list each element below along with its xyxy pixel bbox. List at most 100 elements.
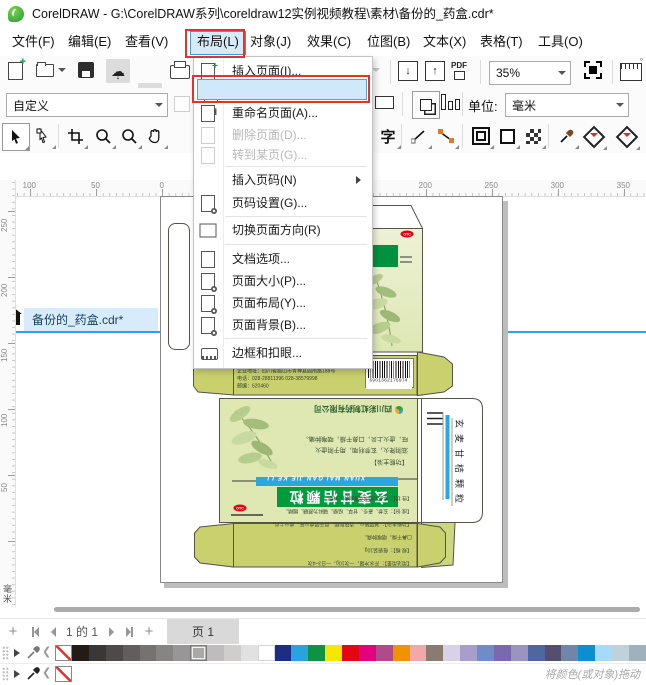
menu-layout[interactable]: 布局(L) — [190, 31, 246, 55]
hidden-flyout-caret[interactable] — [372, 64, 380, 76]
menu-text[interactable]: 文本(X) — [417, 31, 472, 53]
new-document-button[interactable] — [8, 56, 26, 80]
zoom-level-combo[interactable]: 35% — [489, 61, 571, 85]
page-preset-combo[interactable]: 自定义 — [6, 93, 168, 117]
drop-shadow-tool[interactable] — [494, 123, 520, 149]
color-swatch[interactable] — [122, 644, 140, 661]
palette-flyout-icon[interactable] — [14, 648, 24, 657]
color-swatch[interactable] — [426, 644, 444, 661]
transparency-tool[interactable] — [520, 123, 546, 149]
color-swatch[interactable] — [156, 644, 174, 661]
zoom-tool-alt[interactable] — [116, 123, 142, 149]
next-page-button[interactable] — [104, 619, 118, 644]
color-swatch[interactable] — [207, 644, 224, 661]
menu-tools[interactable]: 工具(O) — [532, 31, 589, 53]
shape-tool[interactable] — [30, 123, 56, 149]
color-swatch[interactable] — [55, 644, 73, 661]
palette-grip-handle[interactable] — [2, 645, 9, 660]
color-swatch[interactable] — [358, 644, 376, 661]
menu-item-switch-orientation[interactable]: 切换页面方向(R) — [194, 220, 372, 240]
horizontal-scrollbar[interactable] — [54, 607, 640, 612]
doc-palette-flyout-icon[interactable] — [14, 669, 24, 678]
menu-view[interactable]: 查看(V) — [119, 31, 174, 53]
menu-item-border-grommet[interactable]: 边框和扣眼... — [194, 343, 372, 363]
open-document-button[interactable] — [36, 60, 54, 77]
color-swatch[interactable] — [72, 644, 89, 661]
show-rulers-button[interactable] — [620, 54, 643, 81]
doc-palette-eyedropper-icon[interactable] — [27, 667, 40, 680]
first-page-button[interactable] — [26, 619, 44, 644]
bezier-tool[interactable] — [433, 123, 459, 149]
color-swatch[interactable] — [510, 644, 528, 661]
color-swatch[interactable] — [460, 644, 478, 661]
crop-tool[interactable] — [62, 123, 88, 149]
zoom-tool[interactable] — [90, 123, 116, 149]
eyedropper-tool[interactable] — [553, 123, 579, 149]
print-button[interactable] — [170, 60, 190, 79]
color-swatch[interactable] — [375, 644, 393, 661]
color-swatch[interactable] — [342, 644, 359, 661]
fill-tool[interactable] — [614, 124, 640, 150]
doc-palette-scroll-left-icon[interactable]: ❮ — [42, 666, 51, 679]
document-tab-active[interactable]: 备份的_药盒.cdr* — [24, 308, 158, 331]
menu-item-page-number-settings[interactable]: 页码设置(G)... — [194, 193, 372, 214]
color-swatch[interactable] — [139, 644, 157, 661]
color-swatch[interactable] — [628, 644, 646, 661]
text-tool[interactable]: 字 — [375, 123, 401, 149]
color-swatch[interactable] — [105, 644, 123, 661]
color-swatch[interactable] — [173, 644, 191, 661]
vertical-ruler[interactable]: 250 200 150 100 50 — [0, 180, 16, 607]
color-swatch[interactable] — [190, 644, 208, 661]
color-swatch[interactable] — [240, 644, 258, 661]
color-swatch[interactable] — [544, 644, 562, 661]
contour-tool[interactable] — [468, 123, 494, 149]
color-swatch[interactable] — [409, 644, 427, 661]
add-page-button-left[interactable]: + — [4, 619, 22, 644]
publish-pdf-button[interactable]: PDF — [451, 62, 467, 80]
color-swatch[interactable] — [308, 644, 326, 661]
menu-item-page-background[interactable]: 页面背景(B)... — [194, 315, 372, 336]
pick-tool[interactable] — [2, 123, 30, 151]
color-swatch[interactable] — [477, 644, 494, 661]
menu-item-page-layout[interactable]: 页面布局(Y)... — [194, 293, 372, 314]
units-combo[interactable]: 毫米 — [505, 93, 629, 117]
color-swatch[interactable] — [527, 644, 545, 661]
fullscreen-preview-button[interactable] — [584, 61, 602, 79]
palette-eyedropper-icon[interactable] — [27, 646, 40, 659]
page-bars-icon[interactable] — [441, 94, 460, 110]
color-swatch[interactable] — [595, 644, 613, 661]
color-swatch[interactable] — [578, 644, 596, 661]
menu-item-insert-page[interactable]: 插入页面(I)... — [194, 57, 372, 81]
add-page-button-right[interactable]: + — [140, 619, 158, 644]
page-dimensions-toggle[interactable] — [412, 91, 440, 119]
pan-tool[interactable] — [142, 123, 168, 149]
menu-effects[interactable]: 效果(C) — [301, 31, 357, 53]
menu-edit[interactable]: 编辑(E) — [62, 31, 117, 53]
last-page-button[interactable] — [120, 619, 138, 644]
import-button[interactable]: ↓ — [398, 61, 418, 81]
menu-item-document-options[interactable]: 文档选项... — [194, 249, 372, 269]
line-tool[interactable] — [406, 123, 432, 149]
rectangle-proxy-icon[interactable] — [375, 96, 394, 109]
color-swatch[interactable] — [493, 644, 511, 661]
menu-file[interactable]: 文件(F) — [6, 31, 61, 53]
save-button[interactable] — [78, 62, 94, 78]
doc-palette-grip-handle[interactable] — [2, 666, 9, 681]
color-swatch[interactable] — [223, 644, 241, 661]
color-swatch[interactable] — [325, 644, 343, 661]
menu-item-insert-page-number[interactable]: 插入页码(N) — [194, 170, 372, 190]
page-tab[interactable]: 页 1 — [167, 619, 239, 644]
cloud-download-button[interactable]: ☁ ↓ — [106, 59, 130, 83]
color-swatch[interactable] — [88, 644, 106, 661]
export-button[interactable]: ↑ — [425, 61, 445, 81]
menu-table[interactable]: 表格(T) — [474, 31, 529, 53]
menu-item-page-size[interactable]: 页面大小(P)... — [194, 271, 372, 292]
palette-scroll-left-icon[interactable]: ❮ — [42, 645, 51, 658]
color-swatch[interactable] — [612, 644, 629, 661]
color-swatch[interactable] — [257, 644, 275, 661]
color-swatch[interactable] — [392, 644, 410, 661]
menu-object[interactable]: 对象(J) — [244, 31, 297, 53]
smart-fill-tool[interactable] — [581, 124, 607, 150]
menu-item-rename-page[interactable]: 重命名页面(A)... — [194, 102, 372, 123]
previous-page-button[interactable] — [46, 619, 60, 644]
